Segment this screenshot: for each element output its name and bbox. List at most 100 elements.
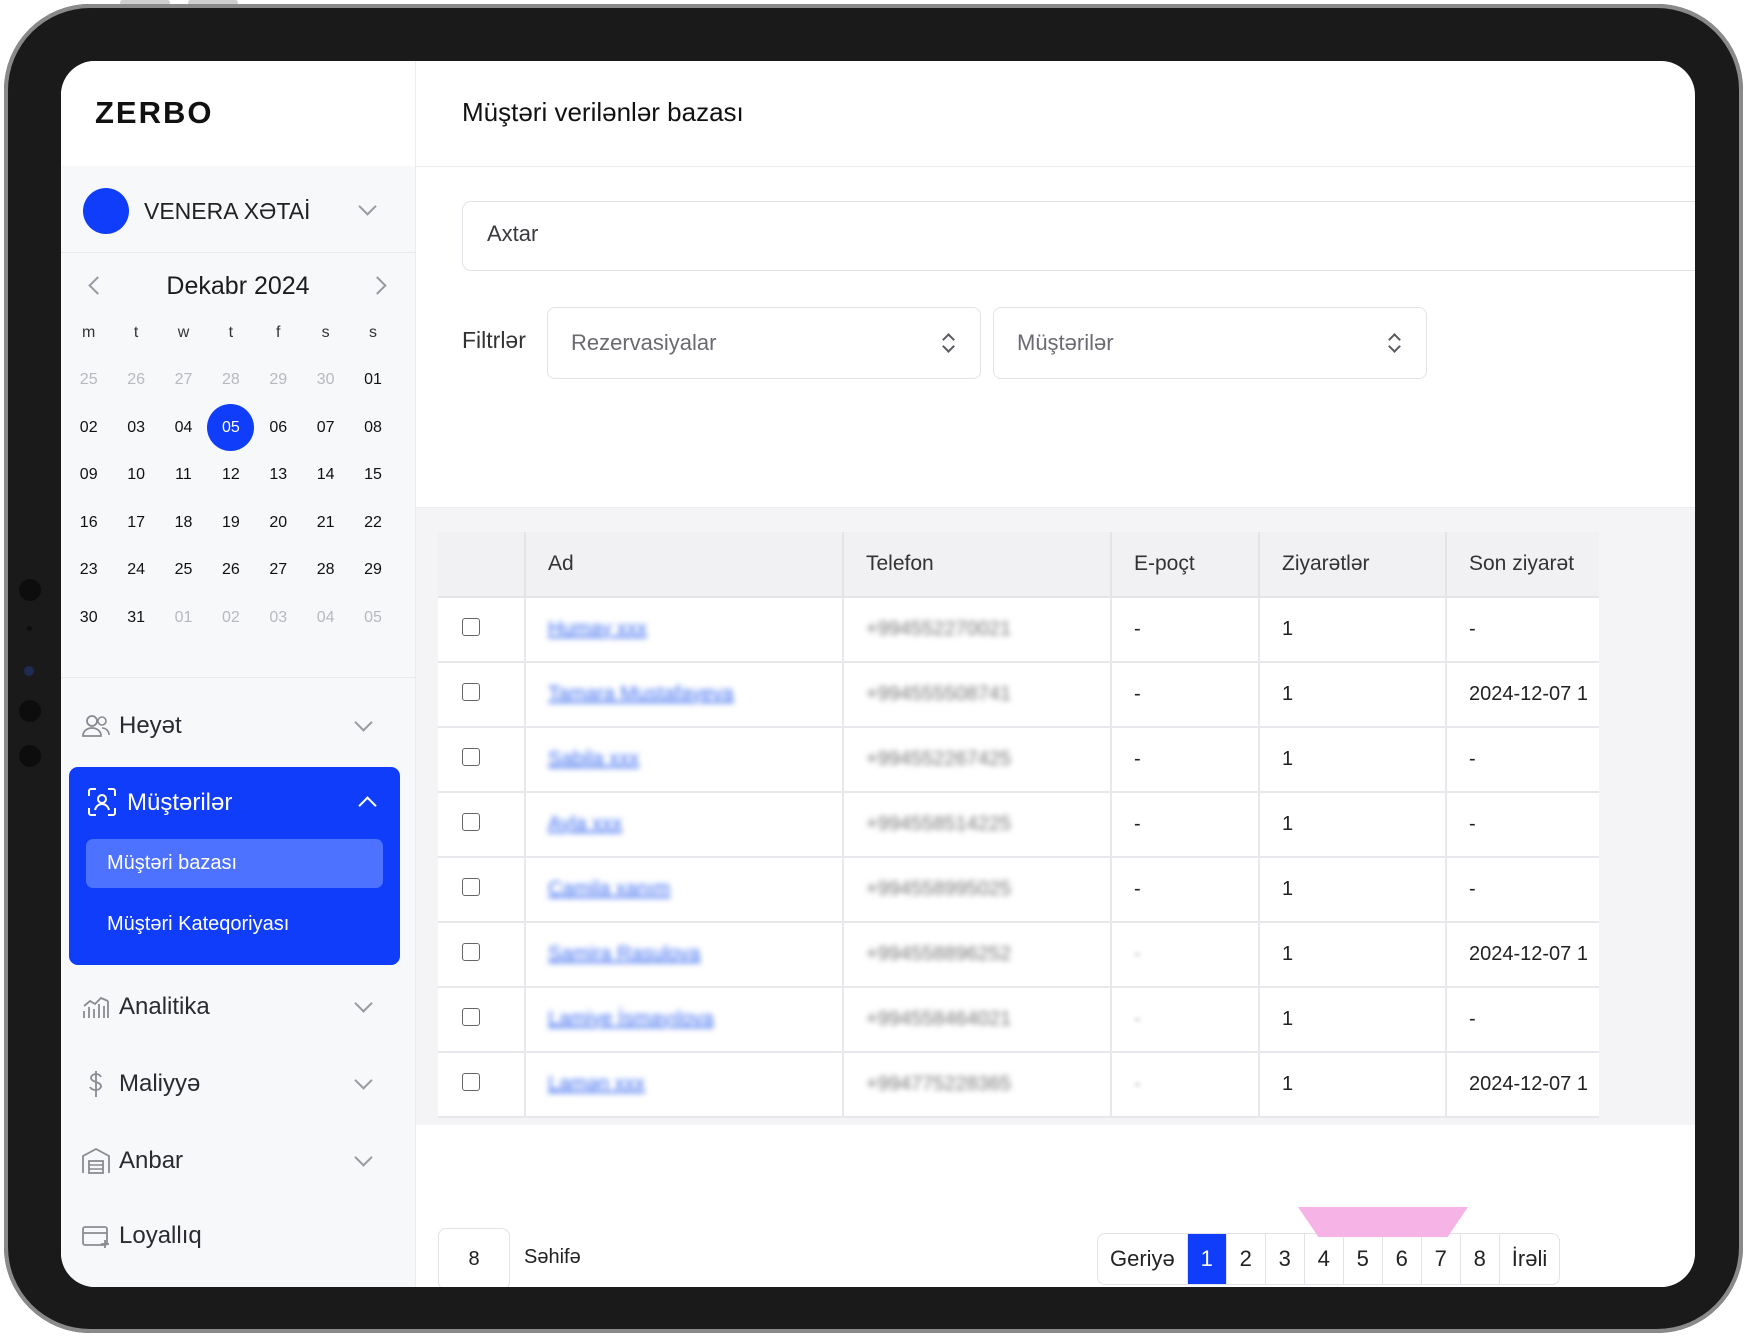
page-button[interactable]: 7 <box>1422 1234 1461 1284</box>
calendar-day[interactable]: 03 <box>255 595 302 641</box>
column-header-last-visit[interactable]: Son ziyarət <box>1446 532 1599 598</box>
table-row[interactable]: Ayla xxx +994558514225 - 1 - <box>438 792 1599 858</box>
calendar-day[interactable]: 26 <box>112 357 159 403</box>
customers-filter-select[interactable]: Müştərilər <box>993 307 1427 379</box>
page-button[interactable]: 8 <box>1461 1234 1500 1284</box>
row-checkbox[interactable] <box>462 812 480 831</box>
page-size-input[interactable]: 8 <box>438 1228 510 1287</box>
calendar-day[interactable]: 15 <box>349 452 396 498</box>
calendar-day[interactable]: 02 <box>65 405 112 451</box>
calendar-day[interactable]: 17 <box>112 500 159 546</box>
calendar-day[interactable]: 18 <box>160 500 207 546</box>
calendar-day[interactable]: 26 <box>207 547 254 593</box>
customer-name-link[interactable]: Ayla xxx <box>548 813 622 835</box>
calendar-day[interactable]: 11 <box>160 452 207 498</box>
sidebar-item-analytics[interactable]: Analitika <box>65 979 397 1035</box>
calendar-day[interactable]: 29 <box>255 357 302 403</box>
calendar-day[interactable]: 01 <box>349 357 396 403</box>
calendar-header: Dekabr 2024 <box>61 254 415 314</box>
calendar-day[interactable]: 28 <box>207 357 254 403</box>
calendar-day[interactable]: 24 <box>112 547 159 593</box>
calendar-day[interactable]: 31 <box>112 595 159 641</box>
customer-name-link[interactable]: Sabila xxx <box>548 748 639 770</box>
sidebar-subitem-customer-category[interactable]: Müştəri Kateqoriyası <box>107 913 289 936</box>
calendar-day[interactable]: 19 <box>207 500 254 546</box>
calendar-day[interactable]: 25 <box>160 547 207 593</box>
next-page-button[interactable]: İrəli <box>1500 1234 1559 1284</box>
prev-page-button[interactable]: Geriyə <box>1098 1234 1188 1284</box>
calendar-day[interactable]: 06 <box>255 405 302 451</box>
calendar-day[interactable]: 04 <box>160 405 207 451</box>
calendar-day[interactable]: 16 <box>65 500 112 546</box>
table-row[interactable]: Sabila xxx +994552267425 - 1 - <box>438 727 1599 793</box>
page-button-current[interactable]: 1 <box>1187 1234 1227 1284</box>
customer-email: - <box>1134 1073 1141 1095</box>
chevron-down-icon <box>354 1148 373 1167</box>
customer-name-link[interactable]: Tamara Mustafayeva <box>548 683 734 705</box>
customer-name-link[interactable]: Camila xanım <box>548 878 670 900</box>
row-checkbox[interactable] <box>462 942 480 961</box>
sidebar-subitem-customer-base[interactable]: Müştəri bazası <box>86 839 383 888</box>
calendar-day[interactable]: 27 <box>160 357 207 403</box>
row-checkbox[interactable] <box>462 747 480 766</box>
calendar-day[interactable]: 27 <box>255 547 302 593</box>
customer-name-link[interactable]: Samira Rasulova <box>548 943 700 965</box>
calendar-day[interactable]: 07 <box>302 405 349 451</box>
sidebar-item-warehouse[interactable]: Anbar <box>65 1133 397 1189</box>
calendar-day[interactable]: 03 <box>112 405 159 451</box>
column-header-phone[interactable]: Telefon <box>843 532 1112 598</box>
page-button[interactable]: 3 <box>1266 1234 1305 1284</box>
page-button[interactable]: 4 <box>1305 1234 1344 1284</box>
page-button[interactable]: 5 <box>1344 1234 1383 1284</box>
calendar-day[interactable]: 04 <box>302 595 349 641</box>
brand-logo[interactable]: ZERBO <box>95 95 214 131</box>
table-row[interactable]: Samira Rasulova +994558896252 - 1 2024-1… <box>438 922 1599 988</box>
table-row[interactable]: Tamara Mustafayeva +994555508741 - 1 202… <box>438 662 1599 728</box>
calendar-day[interactable]: 23 <box>65 547 112 593</box>
sidebar-item-team[interactable]: Heyət <box>65 698 397 754</box>
table-row[interactable]: Humay xxx +994552270021 - 1 - <box>438 597 1599 663</box>
calendar-day[interactable]: 22 <box>349 500 396 546</box>
row-checkbox[interactable] <box>462 877 480 896</box>
sidebar-item-customers[interactable]: Müştərilər Müştəri bazası Müştəri Kateqo… <box>69 767 400 965</box>
page-button[interactable]: 2 <box>1227 1234 1266 1284</box>
row-checkbox[interactable] <box>462 682 480 701</box>
reservations-filter-select[interactable]: Rezervasiyalar <box>547 307 981 379</box>
calendar-day[interactable]: 05 <box>349 595 396 641</box>
calendar-day[interactable]: 20 <box>255 500 302 546</box>
page-button[interactable]: 6 <box>1383 1234 1422 1284</box>
customer-name-link[interactable]: Humay xxx <box>548 618 647 640</box>
table-row[interactable]: Lamiye İsmayılova +994558464021 - 1 - <box>438 987 1599 1053</box>
calendar-day[interactable]: 30 <box>65 595 112 641</box>
calendar-day[interactable]: 30 <box>302 357 349 403</box>
row-checkbox[interactable] <box>462 1072 480 1091</box>
customer-phone: +994552270021 <box>866 618 1012 640</box>
calendar-day[interactable]: 08 <box>349 405 396 451</box>
table-row[interactable]: Lamən xxx +994775228365 - 1 2024-12-07 1 <box>438 1052 1599 1118</box>
table-row[interactable]: Camila xanım +994558995025 - 1 - <box>438 857 1599 923</box>
column-header-email[interactable]: E-poçt <box>1111 532 1260 598</box>
search-field[interactable] <box>462 201 1695 271</box>
row-checkbox[interactable] <box>462 617 480 636</box>
column-header-visits[interactable]: Ziyarətlər <box>1259 532 1447 598</box>
calendar-day[interactable]: 25 <box>65 357 112 403</box>
column-header-name[interactable]: Ad <box>525 532 844 598</box>
customer-name-link[interactable]: Lamiye İsmayılova <box>548 1008 714 1030</box>
calendar-day[interactable]: 29 <box>349 547 396 593</box>
customer-name-link[interactable]: Lamən xxx <box>548 1073 645 1095</box>
calendar-day-selected[interactable]: 05 <box>207 404 255 452</box>
calendar-day[interactable]: 13 <box>255 452 302 498</box>
calendar-day[interactable]: 01 <box>160 595 207 641</box>
sidebar-item-loyalty[interactable]: Loyallıq <box>65 1208 397 1264</box>
row-checkbox[interactable] <box>462 1007 480 1026</box>
calendar-day[interactable]: 28 <box>302 547 349 593</box>
calendar-day[interactable]: 09 <box>65 452 112 498</box>
user-switcher[interactable]: VENERA XƏTAİ <box>61 166 415 253</box>
calendar-day[interactable]: 14 <box>302 452 349 498</box>
sidebar-item-finance[interactable]: Maliyyə <box>65 1056 397 1112</box>
calendar-day[interactable]: 10 <box>112 452 159 498</box>
calendar-day[interactable]: 21 <box>302 500 349 546</box>
search-input[interactable] <box>485 220 1289 248</box>
calendar-day[interactable]: 02 <box>207 595 254 641</box>
calendar-day[interactable]: 12 <box>207 452 254 498</box>
